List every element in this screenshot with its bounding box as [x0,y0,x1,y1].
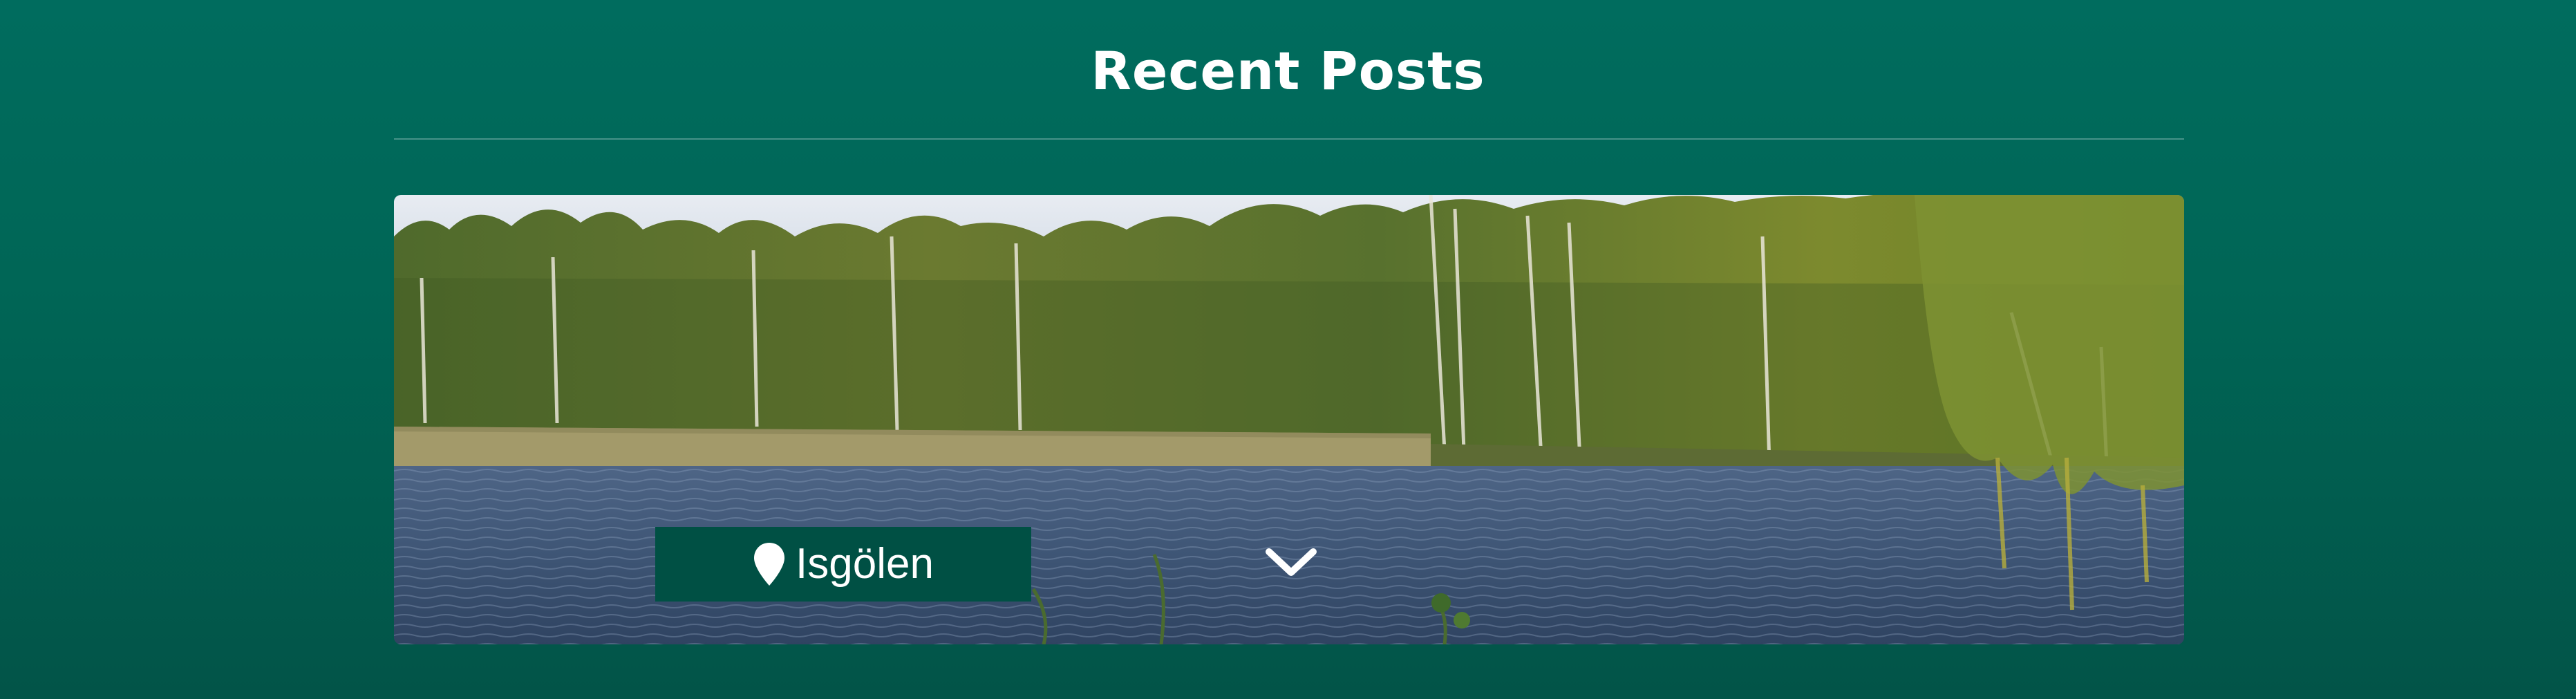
expand-toggle[interactable] [1265,541,1317,582]
location-label: Isgölen [796,540,934,588]
section-title: Recent Posts [1091,40,1485,102]
post-card[interactable]: Isgölen [394,195,2184,644]
map-pin-icon [754,543,785,586]
location-badge[interactable]: Isgölen [655,527,1031,602]
chevron-down-icon [1266,548,1317,576]
section-divider [394,138,2184,140]
